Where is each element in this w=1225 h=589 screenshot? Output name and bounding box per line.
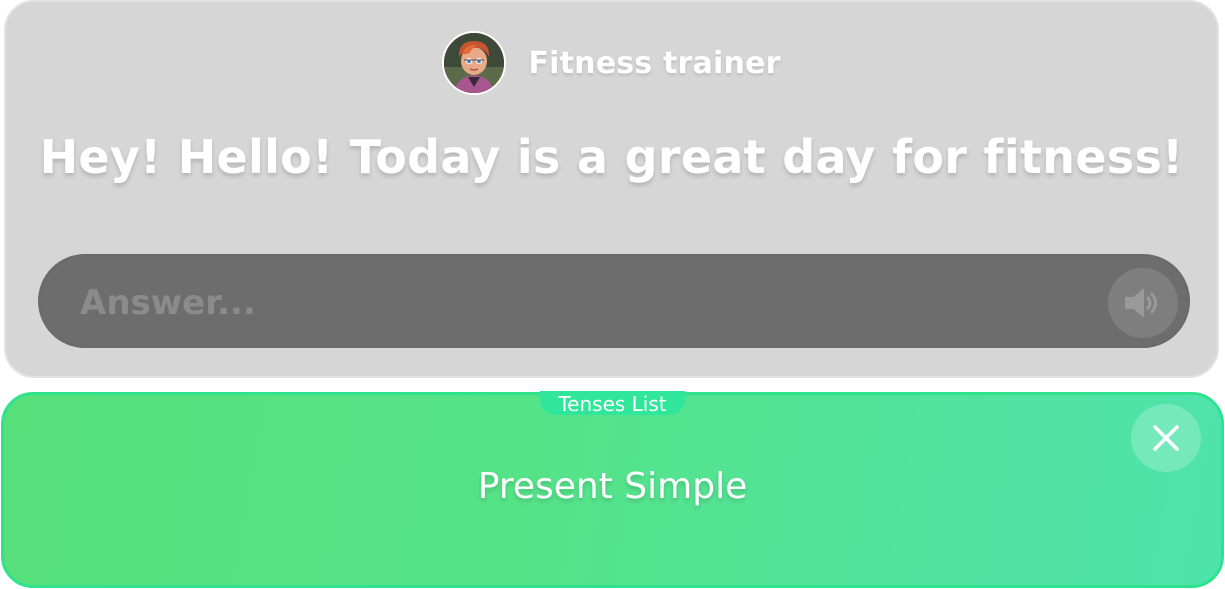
answer-bar <box>38 254 1190 348</box>
avatar-image <box>444 33 505 93</box>
tenses-list-tab[interactable]: Tenses List <box>540 391 685 416</box>
close-icon <box>1153 425 1179 451</box>
speaker-icon <box>1125 289 1157 317</box>
trainer-message: Hey! Hello! Today is a great day for fit… <box>39 130 1184 184</box>
trainer-header: Fitness trainer <box>6 30 1217 96</box>
answer-input[interactable] <box>78 276 1082 330</box>
sound-button[interactable] <box>1108 268 1178 338</box>
current-tense: Present Simple <box>477 466 748 507</box>
trainer-avatar <box>442 31 507 95</box>
chat-panel: Fitness trainer Hey! Hello! Today is a g… <box>4 0 1219 378</box>
trainer-name: Fitness trainer <box>528 45 781 81</box>
close-button[interactable] <box>1131 404 1201 472</box>
